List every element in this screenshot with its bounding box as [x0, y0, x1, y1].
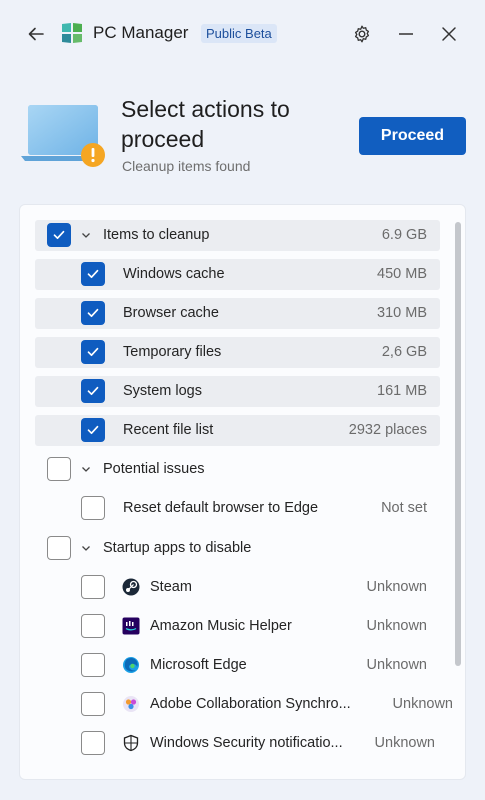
item-value: 310 MB	[377, 305, 427, 321]
group-label-startup: Startup apps to disable	[103, 540, 252, 556]
checkbox-steam[interactable]	[81, 575, 105, 599]
close-icon	[442, 27, 456, 41]
group-label-cleanup: Items to cleanup	[103, 227, 210, 243]
item-value: Unknown	[374, 735, 435, 751]
item-value: Not set	[381, 500, 427, 516]
chevron-down-icon	[82, 233, 90, 238]
checkbox-startup-apps[interactable]	[47, 536, 71, 560]
expand-startup-chevron[interactable]	[80, 542, 92, 554]
back-arrow-icon	[28, 27, 44, 41]
checkmark-icon	[87, 308, 99, 318]
list-scrollbar[interactable]	[455, 222, 461, 666]
checkbox-windows-cache[interactable]	[81, 262, 105, 286]
public-beta-badge: Public Beta	[201, 24, 277, 43]
checkbox-temporary-files[interactable]	[81, 340, 105, 364]
checkmark-icon	[87, 386, 99, 396]
item-label: Reset default browser to Edge	[123, 500, 319, 516]
item-label: Microsoft Edge	[150, 657, 247, 673]
item-value: Unknown	[392, 696, 453, 712]
chevron-down-icon	[82, 546, 90, 551]
edge-icon	[122, 656, 140, 674]
group-size-cleanup: 6.9 GB	[381, 227, 427, 243]
checkbox-windows-security[interactable]	[81, 731, 105, 755]
group-row-cleanup[interactable]	[35, 220, 440, 251]
checkbox-microsoft-edge[interactable]	[81, 653, 105, 677]
minimize-icon	[399, 33, 413, 35]
checkbox-recent-file-list[interactable]	[81, 418, 105, 442]
checkmark-icon	[87, 269, 99, 279]
item-label: Browser cache	[123, 305, 219, 321]
chevron-down-icon	[82, 467, 90, 472]
settings-button[interactable]	[348, 20, 376, 48]
expand-cleanup-chevron[interactable]	[80, 229, 92, 241]
checkbox-items-to-cleanup[interactable]	[47, 223, 71, 247]
steam-icon	[122, 578, 140, 596]
checkbox-amazon-music-helper[interactable]	[81, 614, 105, 638]
group-label-issues: Potential issues	[103, 461, 205, 477]
checkbox-browser-cache[interactable]	[81, 301, 105, 325]
item-label: Adobe Collaboration Synchro...	[150, 696, 351, 712]
item-value: 450 MB	[377, 266, 427, 282]
item-value: Unknown	[366, 579, 427, 595]
headline-line-1: Select actions to	[121, 96, 290, 122]
minimize-button[interactable]	[392, 20, 420, 48]
checkmark-icon	[87, 347, 99, 357]
checkmark-icon	[87, 425, 99, 435]
item-label: Steam	[150, 579, 192, 595]
gear-icon	[354, 25, 370, 43]
back-button[interactable]	[22, 20, 50, 48]
headline-line-2: proceed	[121, 126, 205, 152]
item-value: 2932 places	[348, 422, 427, 438]
app-title: PC Manager	[93, 23, 189, 42]
checkbox-potential-issues[interactable]	[47, 457, 71, 481]
item-label: System logs	[123, 383, 202, 399]
expand-issues-chevron[interactable]	[80, 463, 92, 475]
proceed-button[interactable]: Proceed	[359, 117, 466, 155]
close-button[interactable]	[435, 20, 463, 48]
item-value: Unknown	[366, 618, 427, 634]
item-label: Recent file list	[123, 422, 214, 438]
amazon-music-icon	[122, 617, 140, 635]
item-label: Windows cache	[123, 266, 225, 282]
shield-icon	[122, 734, 140, 752]
checkbox-system-logs[interactable]	[81, 379, 105, 403]
item-value: Unknown	[366, 657, 427, 673]
cleanup-subtitle: Cleanup items found	[122, 158, 251, 174]
title-bar: PC Manager Public Beta	[0, 0, 485, 68]
checkbox-reset-default-browser[interactable]	[81, 496, 105, 520]
item-label: Amazon Music Helper	[150, 618, 292, 634]
laptop-warning-illustration	[21, 105, 105, 167]
item-value: 2,6 GB	[381, 344, 427, 360]
item-label: Temporary files	[123, 344, 222, 360]
checkbox-adobe-collaboration[interactable]	[81, 692, 105, 716]
pc-manager-logo-icon	[62, 23, 82, 43]
adobe-icon	[122, 695, 140, 713]
checkmark-icon	[53, 230, 65, 240]
item-value: 161 MB	[377, 383, 427, 399]
item-label: Windows Security notificatio...	[150, 735, 343, 751]
page-headline: Select actions to proceed	[121, 94, 331, 154]
